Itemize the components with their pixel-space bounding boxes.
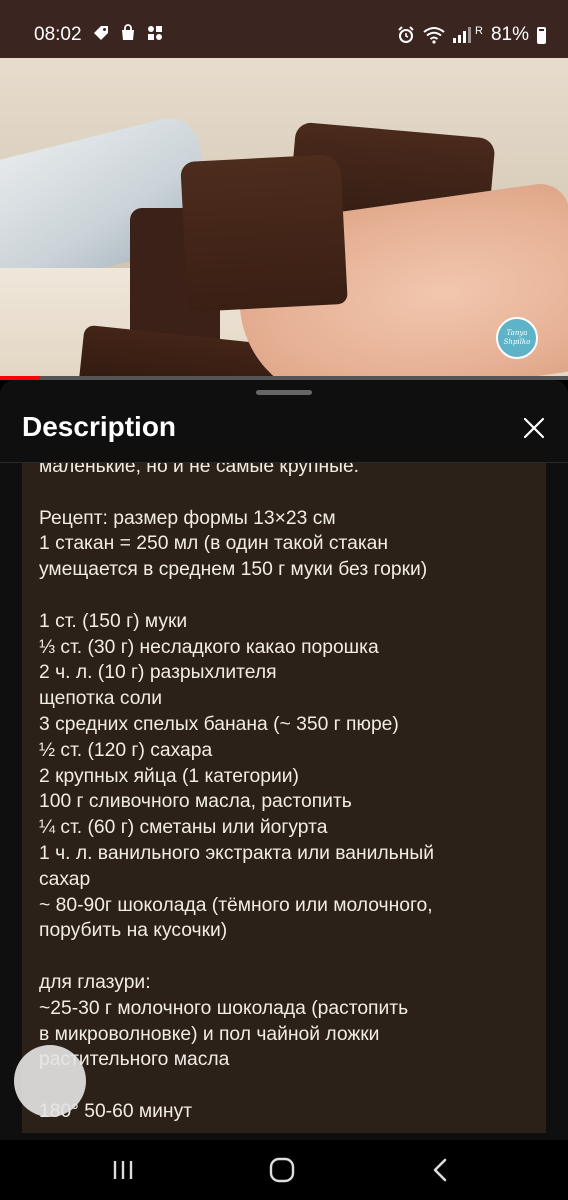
alarm-icon bbox=[398, 26, 414, 43]
channel-watermark: Tanya Shpilko bbox=[496, 317, 538, 359]
floating-assistive-button[interactable] bbox=[14, 1045, 86, 1117]
recents-icon bbox=[113, 1161, 133, 1179]
network-label: R bbox=[475, 25, 483, 37]
notification-icons bbox=[92, 24, 164, 42]
tag-icon bbox=[94, 26, 108, 40]
watermark-line1: Tanya bbox=[506, 329, 528, 337]
description-text: маленькие, но и не самые крупные. Рецепт… bbox=[39, 463, 434, 1122]
video-player[interactable]: Tanya Shpilko bbox=[0, 58, 568, 380]
navigation-bar bbox=[0, 1140, 568, 1200]
home-button[interactable] bbox=[266, 1154, 298, 1186]
signal-icon bbox=[453, 27, 472, 43]
close-icon bbox=[523, 417, 545, 439]
status-bar: 08:02 R 81% bbox=[0, 0, 568, 66]
battery-percent: 81% bbox=[490, 24, 529, 45]
recents-button[interactable] bbox=[107, 1154, 139, 1186]
shopping-bag-icon bbox=[122, 24, 134, 40]
drag-handle[interactable] bbox=[256, 390, 312, 395]
wifi-icon bbox=[423, 27, 445, 44]
status-time: 08:02 bbox=[34, 24, 82, 45]
description-panel: Description маленькие, но и не самые кру… bbox=[0, 380, 568, 1140]
battery-icon bbox=[537, 26, 546, 44]
status-right: R 81% bbox=[397, 24, 546, 46]
back-icon bbox=[433, 1158, 447, 1182]
home-icon bbox=[269, 1157, 295, 1183]
app-grid-icon bbox=[148, 26, 162, 40]
back-button[interactable] bbox=[425, 1154, 457, 1186]
description-box[interactable]: маленькие, но и не самые крупные. Рецепт… bbox=[22, 463, 546, 1133]
panel-title: Description bbox=[22, 411, 177, 442]
watermark-line2: Shpilko bbox=[503, 338, 531, 346]
video-slice-held bbox=[180, 153, 348, 313]
close-button[interactable] bbox=[518, 412, 550, 444]
